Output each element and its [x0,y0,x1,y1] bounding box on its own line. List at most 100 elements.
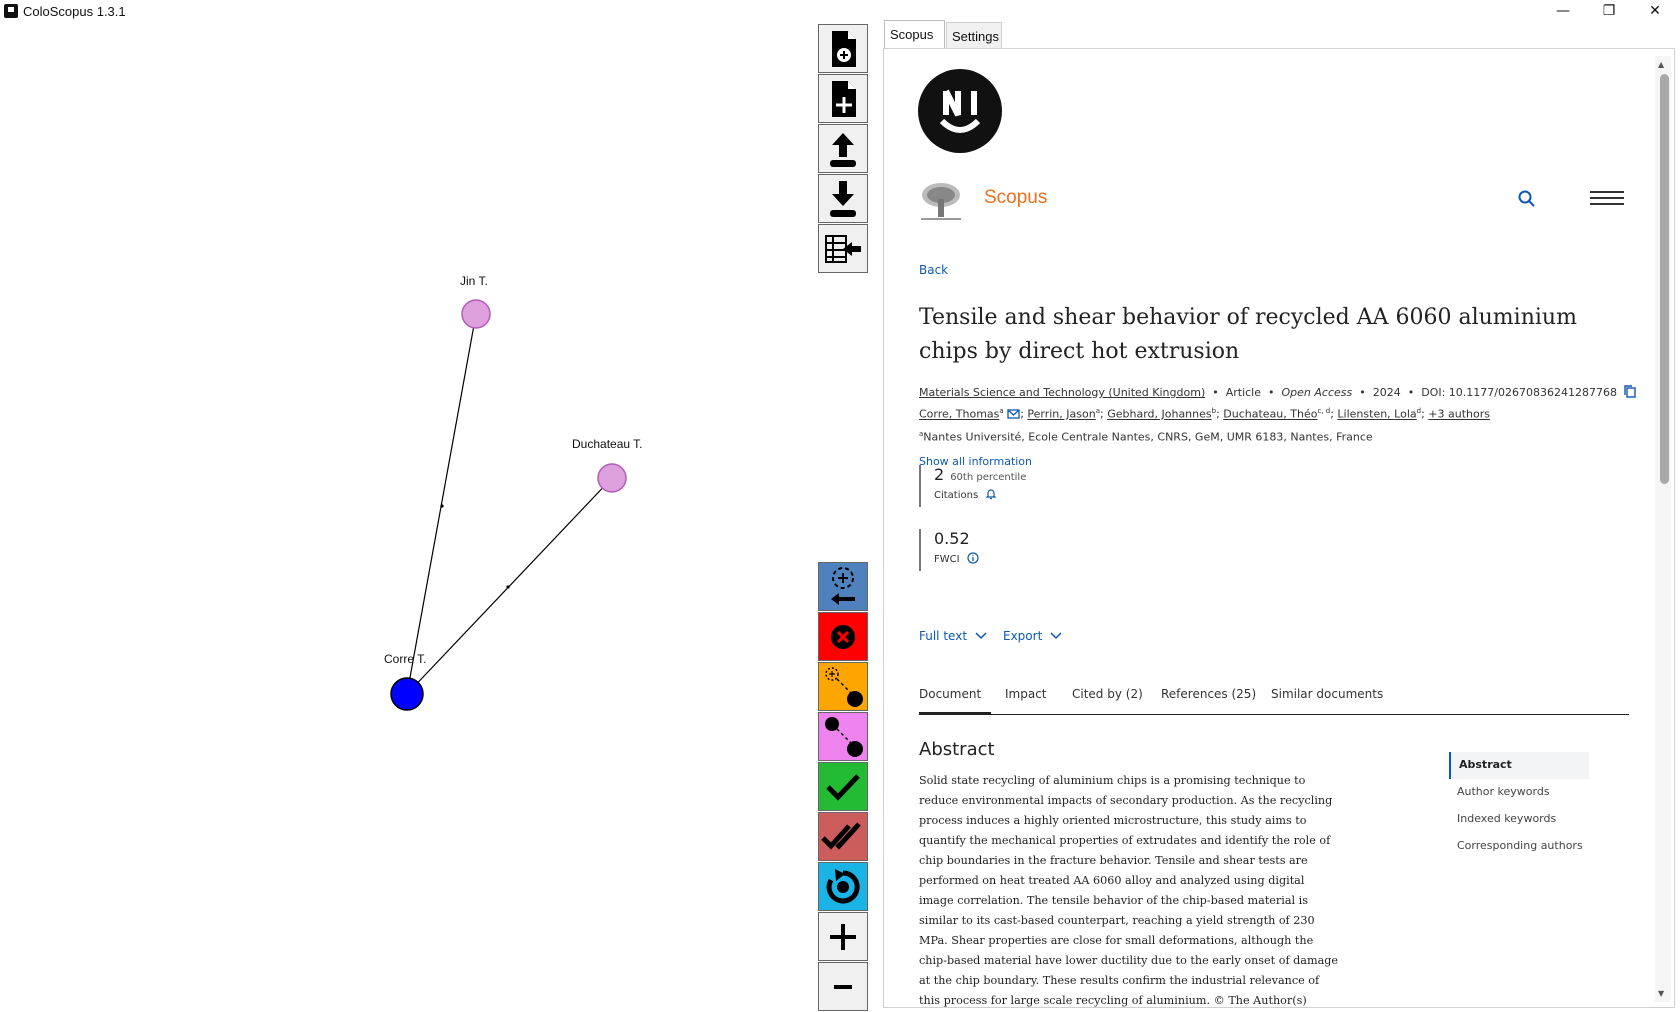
upload-button[interactable] [818,124,868,173]
file-plus-circle-icon [832,30,856,67]
nav-indexed-keywords[interactable]: Indexed keywords [1449,806,1589,833]
journal-link[interactable]: Materials Science and Technology (United… [919,386,1205,399]
back-link[interactable]: Back [919,263,948,277]
zoom-in-button[interactable] [818,912,868,961]
graph-node-corre[interactable] [390,677,424,711]
section-nav: Abstract Author keywords Indexed keyword… [1449,752,1589,860]
node-label: Jin T. [460,274,488,288]
scrollbar-thumb[interactable] [1660,74,1669,484]
download-button[interactable] [818,174,868,223]
document-meta: Materials Science and Technology (United… [919,385,1649,399]
tab-references[interactable]: References (25) [1161,687,1256,715]
import-table-button[interactable] [818,224,868,273]
graph-svg[interactable] [0,24,815,1008]
author-link[interactable]: Perrin, Jason [1027,408,1095,421]
citations-percentile: 60th percentile [950,472,1027,483]
bell-icon[interactable] [985,488,997,500]
edge-midpoint [440,504,444,508]
author-link[interactable]: Corre, Thomas [919,408,999,421]
scroll-down-arrow-icon[interactable]: ▼ [1658,989,1664,998]
author-list: Corre, Thomasa ; Perrin, Jasona; Gebhard… [919,407,1490,421]
expand-button[interactable] [818,562,868,611]
zoom-out-button[interactable] [818,962,868,1011]
tab-impact[interactable]: Impact [1005,687,1047,715]
link-pink-button[interactable] [818,712,868,761]
author-link[interactable]: Lilensten, Lola [1337,408,1416,421]
scopus-brand[interactable]: Scopus [984,187,1047,209]
affiliation: aNantes Université, Ecole Centrale Nante… [919,430,1373,444]
affiliation-text: Nantes Université, Ecole Centrale Nantes… [923,430,1373,444]
search-icon[interactable] [1518,190,1536,212]
vertical-scrollbar[interactable]: ▲ ▼ [1655,56,1671,1002]
nav-author-keywords[interactable]: Author keywords [1449,779,1589,806]
double-check-button[interactable] [818,812,868,861]
graph-node-jin[interactable] [461,299,491,329]
nav-corresponding-authors[interactable]: Corresponding authors [1449,833,1589,860]
author-sup: a [1095,407,1100,415]
plus-icon [830,923,856,950]
abstract-heading: Abstract [919,739,995,760]
info-icon[interactable] [967,552,979,564]
close-button[interactable]: ✕ [1632,0,1678,22]
abstract-text: Solid state recycling of aluminium chips… [919,774,1339,1007]
author-sup: b [1211,407,1217,415]
node-label: Corre T. [384,652,427,666]
delete-button[interactable] [818,612,868,661]
nav-abstract[interactable]: Abstract [1449,752,1589,779]
document-title: Tensile and shear behavior of recycled A… [919,305,1577,364]
export-label: Export [1003,629,1043,643]
access-type: Open Access [1281,386,1353,399]
more-authors-link[interactable]: +3 authors [1428,408,1490,421]
fwci-label: FWCI [934,554,960,565]
doi: DOI: 10.1177/02670836241287768 [1421,386,1617,399]
collaboration-graph[interactable]: Jin T. Duchateau T. Corre T. [0,24,815,1008]
author-link[interactable]: Duchateau, Théo [1223,408,1317,421]
title-bar: ColoScopus 1.3.1 — ❐ ✕ [0,0,1680,24]
node-label: Duchateau T. [572,437,643,451]
doc-type: Article [1225,386,1262,399]
full-text-dropdown[interactable]: Full text [919,629,987,643]
author-link[interactable]: Gebhard, Johannes [1107,408,1211,421]
chevron-down-icon [1050,632,1062,640]
upload-icon [830,132,856,167]
fwci-value: 0.52 [934,529,970,548]
tab-similar-documents[interactable]: Similar documents [1271,687,1383,715]
citations-label: Citations [934,490,979,501]
citations-value: 2 [934,465,945,484]
citations-metric: 2 60th percentile Citations [919,465,1119,507]
refresh-button[interactable] [818,862,868,911]
double-check-icon [821,821,861,850]
pub-year: 2024 [1372,386,1401,399]
graph-edge [406,477,613,695]
graph-node-duchateau[interactable] [597,463,627,493]
refresh-icon [826,868,860,903]
logo-mark [939,89,981,133]
tab-scopus[interactable]: Scopus [884,20,945,48]
check-button[interactable] [818,762,868,811]
copy-icon[interactable] [1624,385,1637,398]
tab-document[interactable]: Document [919,687,991,715]
node-link-icon [825,666,863,707]
elsevier-tree-logo [919,181,963,223]
maximize-button[interactable]: ❐ [1586,0,1632,22]
scopus-web-view: Scopus Back Tensile and shear behavior o… [883,48,1675,1008]
tab-cited-by[interactable]: Cited by (2) [1072,687,1143,715]
export-dropdown[interactable]: Export [1003,629,1062,643]
fwci-metric: 0.52 FWCI [919,529,1119,571]
publisher-logo [918,69,1002,153]
add-file-button[interactable] [818,74,868,123]
tree-icon [921,183,961,220]
check-icon [826,773,860,801]
email-icon[interactable] [1007,409,1020,419]
graph-edge [406,313,477,695]
hamburger-menu-icon[interactable] [1590,191,1624,209]
minimize-button[interactable]: — [1540,0,1586,22]
link-orange-button[interactable] [818,662,868,711]
scroll-up-arrow-icon[interactable]: ▲ [1658,60,1664,69]
chevron-down-icon [975,632,987,640]
new-file-button[interactable] [818,24,868,73]
tab-settings[interactable]: Settings [946,22,1002,48]
window-title: ColoScopus 1.3.1 [23,4,126,19]
x-circle-icon [831,624,855,649]
full-text-label: Full text [919,629,968,643]
